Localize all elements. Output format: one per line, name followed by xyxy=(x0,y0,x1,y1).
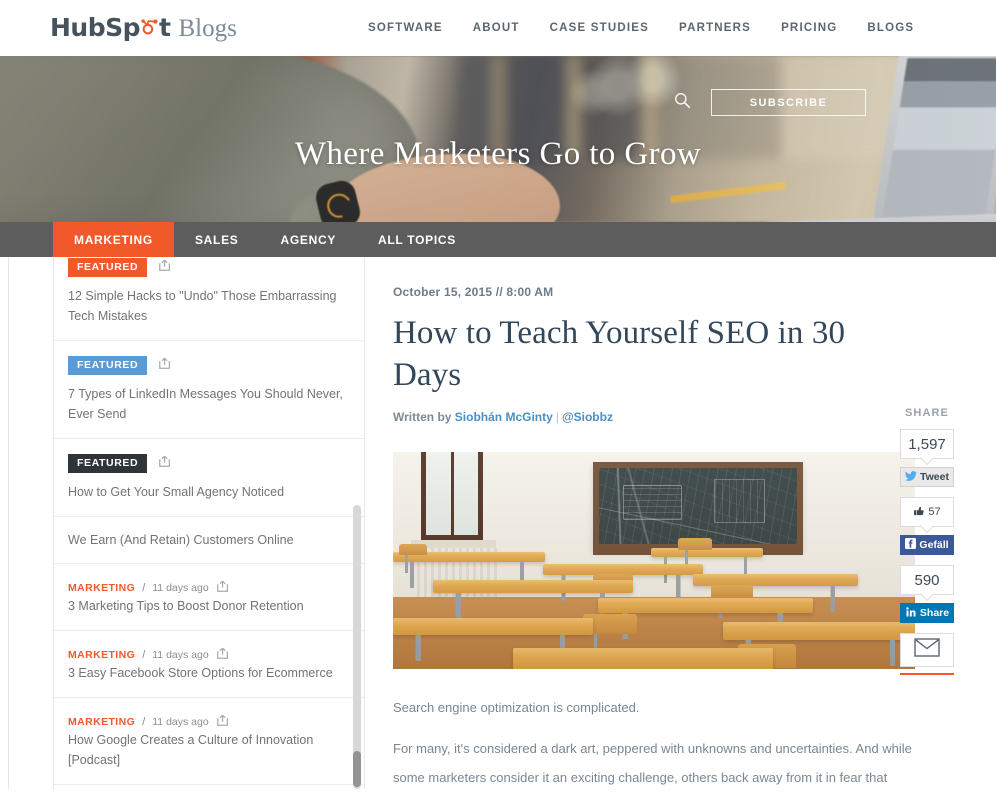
list-item[interactable]: FEATURED 12 Simple Hacks to "Undo" Those… xyxy=(54,257,364,341)
author-link[interactable]: Siobhán McGinty xyxy=(455,410,553,424)
hero-tagline: Where Marketers Go to Grow xyxy=(294,136,702,172)
sidebar-scrollbar-track[interactable] xyxy=(353,505,361,789)
tab-sales[interactable]: SALES xyxy=(174,222,260,257)
linkedin-share-label: Share xyxy=(919,607,950,619)
share-icon[interactable] xyxy=(158,454,172,473)
article-main: October 15, 2015 // 8:00 AM How to Teach… xyxy=(365,257,996,789)
nav-link-blogs[interactable]: BLOGS xyxy=(867,22,914,34)
logo-text-hubsp: HubSp xyxy=(50,13,141,42)
sidebar-scrollbar-thumb[interactable] xyxy=(353,751,361,787)
search-icon[interactable] xyxy=(674,92,691,114)
list-item-separator: / xyxy=(142,648,146,661)
list-item[interactable]: MARKETING / 11 days ago How Google Creat… xyxy=(54,698,364,785)
list-item[interactable]: MARKETING / 11 days ago 3 Easy Facebook … xyxy=(54,631,364,698)
nav-link-case-studies[interactable]: CASE STUDIES xyxy=(550,22,649,34)
list-item-title: How Google Creates a Culture of Innovati… xyxy=(68,733,314,767)
facebook-like-count: 57 xyxy=(900,497,954,527)
category-tab-bar: MARKETING SALES AGENCY ALL TOPICS xyxy=(0,222,996,257)
list-item[interactable]: FEATURED 7 Types of LinkedIn Messages Yo… xyxy=(54,341,364,439)
card-meta: MARKETING / 11 days ago xyxy=(68,646,348,663)
nav-link-software[interactable]: SOFTWARE xyxy=(368,22,443,34)
page-body: FEATURED 12 Simple Hacks to "Undo" Those… xyxy=(0,257,996,789)
logo-text-t: t xyxy=(159,13,171,42)
list-item[interactable]: FEATURED How to Get Your Small Agency No… xyxy=(54,439,364,517)
list-item-category[interactable]: MARKETING xyxy=(68,649,135,661)
card-meta: MARKETING / 11 days ago xyxy=(68,713,348,730)
facebook-count-inner: 57 xyxy=(913,505,941,520)
list-item-separator: / xyxy=(142,715,146,728)
list-item-title: We Earn (And Retain) Customers Online xyxy=(68,533,294,547)
logo-wordmark: HubSp t xyxy=(50,13,171,42)
status-badge: FEATURED xyxy=(68,454,148,473)
article-timestamp: October 15, 2015 // 8:00 AM xyxy=(393,285,554,299)
share-icon[interactable] xyxy=(216,713,230,730)
byline-prefix: Written by xyxy=(393,410,452,424)
list-item-category[interactable]: MARKETING xyxy=(68,716,135,728)
list-item-category[interactable]: MARKETING xyxy=(68,582,135,594)
hero-banner: SUBSCRIBE Where Marketers Go to Grow xyxy=(0,56,996,222)
share-rail-label: SHARE xyxy=(904,407,949,419)
list-item[interactable]: MARKETING / 11 days ago 3 Marketing Tips… xyxy=(54,564,364,631)
tweet-button[interactable]: Tweet xyxy=(900,467,954,487)
card-meta: FEATURED xyxy=(68,356,348,375)
list-item[interactable]: We Earn (And Retain) Customers Online xyxy=(54,517,364,564)
list-item-title: 7 Types of LinkedIn Messages You Should … xyxy=(68,387,343,421)
list-item-separator: / xyxy=(142,581,146,594)
tab-agency[interactable]: AGENCY xyxy=(259,222,357,257)
page-title: How to Teach Yourself SEO in 30 Days xyxy=(393,315,846,393)
top-navigation-bar: HubSp t Blogs SOFTWARE ABOUT CASE STUDIE… xyxy=(0,0,996,56)
list-item-title: 12 Simple Hacks to "Undo" Those Embarras… xyxy=(68,289,337,323)
card-meta: FEATURED xyxy=(68,454,348,473)
share-icon[interactable] xyxy=(216,646,230,663)
list-item-title: 3 Marketing Tips to Boost Donor Retentio… xyxy=(68,599,304,613)
status-badge: FEATURED xyxy=(68,356,148,375)
email-share-button[interactable] xyxy=(900,633,954,667)
related-posts-sidebar: FEATURED 12 Simple Hacks to "Undo" Those… xyxy=(53,257,365,789)
article-paragraph: Search engine optimization is complicate… xyxy=(393,700,640,715)
nav-link-pricing[interactable]: PRICING xyxy=(781,22,837,34)
status-badge: FEATURED xyxy=(68,258,148,277)
nav-link-about[interactable]: ABOUT xyxy=(473,22,520,34)
author-handle-link[interactable]: @Siobbz xyxy=(562,410,613,424)
nav-link-partners[interactable]: PARTNERS xyxy=(679,22,751,34)
subscribe-button[interactable]: SUBSCRIBE xyxy=(711,89,866,116)
share-icon[interactable] xyxy=(216,579,230,596)
share-icon[interactable] xyxy=(158,258,172,277)
share-icon[interactable] xyxy=(158,356,172,375)
twitter-share-count: 1,597 xyxy=(900,429,954,459)
twitter-icon xyxy=(905,470,917,484)
hubspot-blogs-logo[interactable]: HubSp t Blogs xyxy=(50,13,237,43)
social-share-rail: SHARE 1,597 Tweet 57 Gefäll 590 Share xyxy=(900,407,954,675)
facebook-count-value: 57 xyxy=(928,506,941,518)
linkedin-share-button[interactable]: Share xyxy=(900,603,954,623)
list-item-timestamp: 11 days ago xyxy=(152,648,209,661)
card-meta: FEATURED xyxy=(68,258,348,277)
linkedin-share-count: 590 xyxy=(900,565,954,595)
card-meta: MARKETING / 11 days ago xyxy=(68,579,348,596)
thumbs-up-icon xyxy=(913,505,925,520)
linkedin-icon xyxy=(904,605,917,621)
hero-actions: SUBSCRIBE xyxy=(674,89,866,116)
list-item-timestamp: 11 days ago xyxy=(152,715,209,728)
tab-all-topics[interactable]: ALL TOPICS xyxy=(357,222,477,257)
envelope-icon xyxy=(914,638,940,662)
list-item-title: 3 Easy Facebook Store Options for Ecomme… xyxy=(68,666,333,680)
hubspot-sprocket-icon xyxy=(140,18,159,37)
article-body: Search engine optimization is complicate… xyxy=(393,693,918,792)
tab-marketing[interactable]: MARKETING xyxy=(53,222,174,257)
tweet-button-label: Tweet xyxy=(920,471,949,483)
facebook-like-label: Gefäll xyxy=(919,539,949,551)
byline-separator: | xyxy=(555,410,559,424)
article-paragraph: For many, it's considered a dark art, pe… xyxy=(393,741,912,785)
primary-nav-links: SOFTWARE ABOUT CASE STUDIES PARTNERS PRI… xyxy=(368,22,914,34)
list-item-title: How to Get Your Small Agency Noticed xyxy=(68,485,285,499)
article-featured-image xyxy=(393,452,915,669)
facebook-icon xyxy=(905,538,917,552)
list-item[interactable] xyxy=(54,785,364,789)
facebook-like-button[interactable]: Gefäll xyxy=(900,535,954,555)
list-item-timestamp: 11 days ago xyxy=(152,581,209,594)
logo-text-blogs: Blogs xyxy=(178,15,237,42)
